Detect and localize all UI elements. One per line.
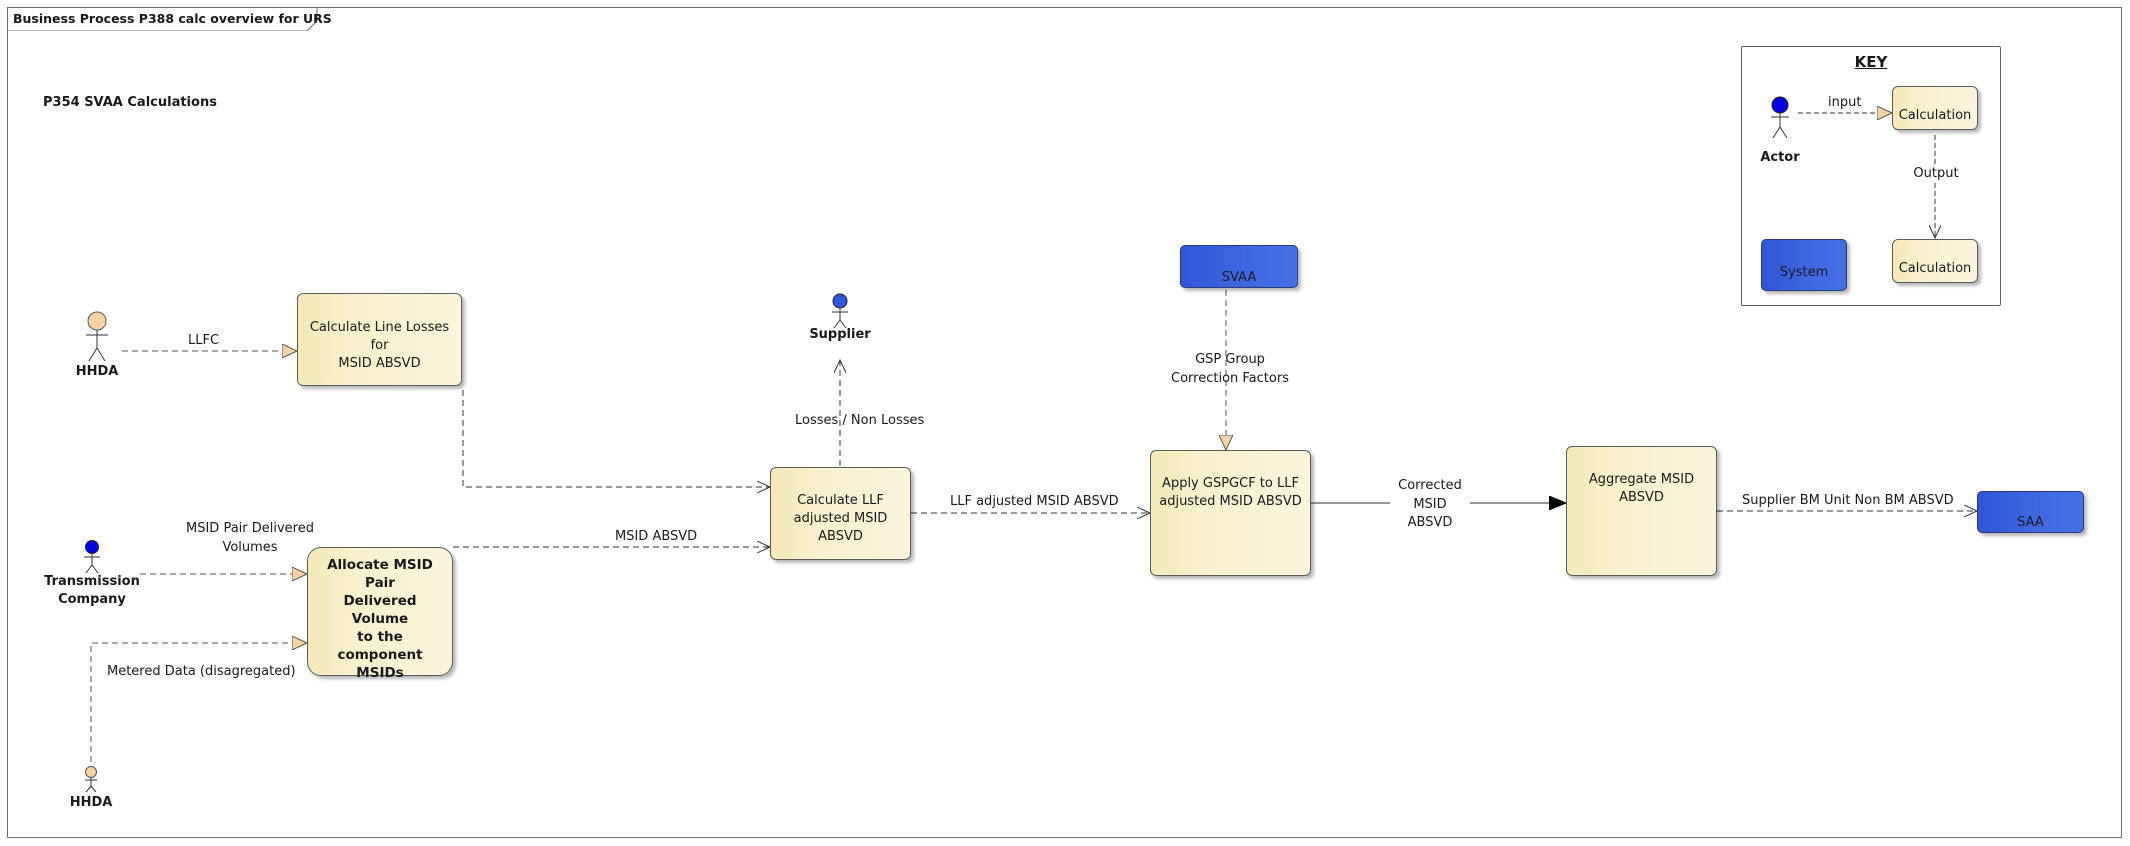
diagram-canvas: Business Process P388 calc overview for … bbox=[0, 0, 2130, 846]
flow-label-corrected-line2: MSID bbox=[1390, 496, 1470, 514]
flow-label-msid-pair-line2: Volumes bbox=[222, 540, 278, 555]
calc-llf-line2: adjusted MSID bbox=[793, 511, 888, 526]
flow-label-losses-non-losses: Losses / Non Losses bbox=[795, 413, 925, 428]
key-system-label: System bbox=[1779, 265, 1829, 280]
actor-hhda-bottom[interactable] bbox=[85, 766, 97, 793]
key-calculation-label-1: Calculation bbox=[1898, 108, 1972, 123]
calc-apply-line2: adjusted MSID ABSVD bbox=[1159, 494, 1302, 509]
key-actor-label: Actor bbox=[1760, 150, 1800, 165]
calc-apply-line1: Apply GSPGCF to LLF bbox=[1162, 476, 1299, 491]
actor-transmission-label-line1: Transmission bbox=[44, 574, 140, 589]
calc-allocate-msid-pair[interactable]: Allocate MSID Pair Delivered Volume to t… bbox=[307, 547, 453, 681]
system-saa[interactable]: SAA bbox=[1977, 491, 2084, 533]
actor-hhda-bottom-label: HHDA bbox=[69, 795, 113, 810]
calc-line-losses-line1: Calculate Line Losses for bbox=[309, 320, 450, 353]
calc-allocate-line1: Allocate MSID Pair bbox=[327, 557, 433, 591]
calc-llf-line3: ABSVD bbox=[818, 529, 863, 544]
system-svaa-label: SVAA bbox=[1221, 270, 1257, 285]
calc-allocate-line3: to the component bbox=[337, 629, 423, 663]
flow-metered-data[interactable] bbox=[90, 643, 307, 762]
actor-supplier[interactable] bbox=[832, 293, 848, 329]
calc-allocate-line2: Delivered Volume bbox=[343, 593, 417, 627]
calc-apply-gspgcf[interactable]: Apply GSPGCF to LLF adjusted MSID ABSVD bbox=[1150, 450, 1311, 576]
calc-allocate-line4: MSIDs bbox=[356, 665, 404, 681]
flow-label-gsp-group-line1: GSP Group bbox=[1195, 352, 1265, 367]
key-calculation-box-1: Calculation bbox=[1892, 86, 1978, 130]
flow-label-msid-absvd: MSID ABSVD bbox=[615, 529, 698, 544]
calc-aggregate-msid[interactable]: Aggregate MSID ABSVD bbox=[1566, 446, 1717, 576]
flow-label-corrected-line3: ABSVD bbox=[1407, 515, 1453, 530]
key-calculation-box-2: Calculation bbox=[1892, 239, 1978, 283]
key-system-box: System bbox=[1761, 239, 1847, 291]
actor-supplier-label: Supplier bbox=[809, 327, 871, 342]
actor-transmission-label-line2: Company bbox=[58, 592, 126, 607]
key-output-label: Output bbox=[1908, 165, 1964, 183]
system-svaa[interactable]: SVAA bbox=[1180, 245, 1298, 288]
key-actor-icon bbox=[1771, 96, 1789, 139]
flow-label-llfc: LLFC bbox=[188, 333, 220, 348]
calc-llf-line1: Calculate LLF bbox=[797, 493, 884, 508]
flow-label-llf-adjusted: LLF adjusted MSID ABSVD bbox=[950, 494, 1119, 509]
actor-transmission-company[interactable] bbox=[84, 540, 100, 574]
key-calculation-label-2: Calculation bbox=[1898, 261, 1972, 276]
key-input-label: input bbox=[1828, 95, 1862, 110]
calc-line-losses-line2: MSID ABSVD bbox=[338, 356, 421, 371]
flow-label-msid-pair-line1: MSID Pair Delivered bbox=[186, 521, 314, 536]
system-saa-label: SAA bbox=[2017, 515, 2044, 530]
flow-line-losses-to-calc-llf[interactable] bbox=[462, 390, 770, 487]
flow-label-metered-data: Metered Data (disagregated) bbox=[107, 664, 296, 679]
calc-line-losses[interactable]: Calculate Line Losses for MSID ABSVD bbox=[297, 293, 462, 386]
key-legend: KEY Actor input Output Calculation Calcu… bbox=[1741, 46, 2001, 306]
flow-label-corrected-line1: Corrected bbox=[1398, 478, 1462, 493]
actor-hhda-top[interactable] bbox=[86, 311, 108, 362]
flow-label-gsp-group-line2: Correction Factors bbox=[1171, 371, 1289, 386]
actor-hhda-top-label: HHDA bbox=[75, 364, 119, 379]
calc-llf-adjusted[interactable]: Calculate LLF adjusted MSID ABSVD bbox=[770, 467, 911, 560]
flow-label-supplier-bm-unit: Supplier BM Unit Non BM ABSVD bbox=[1742, 493, 1954, 508]
calc-aggregate-line2: ABSVD bbox=[1619, 490, 1664, 505]
calc-aggregate-line1: Aggregate MSID bbox=[1588, 472, 1695, 487]
